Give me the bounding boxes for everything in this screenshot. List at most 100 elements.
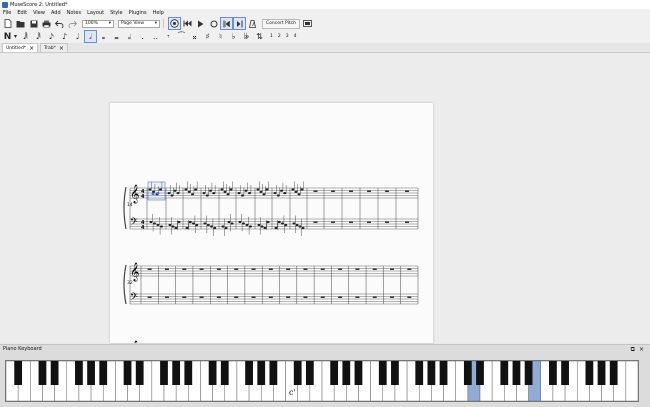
voice-1-button[interactable]: 1	[270, 34, 273, 39]
black-key[interactable]	[476, 361, 484, 385]
flip-direction-icon[interactable]: ⇅	[254, 31, 265, 42]
measure-number-14: 14	[127, 203, 133, 208]
black-key[interactable]	[220, 361, 229, 385]
black-key[interactable]	[500, 361, 509, 385]
quarter-note-icon[interactable]: ♩	[72, 31, 83, 42]
black-key[interactable]	[342, 361, 351, 385]
augmentation-dot-icon[interactable]: .	[137, 31, 148, 42]
black-key[interactable]	[160, 361, 168, 385]
chevron-down-icon[interactable]: ▾	[13, 31, 18, 42]
black-key[interactable]	[269, 361, 278, 385]
open-file-icon[interactable]	[15, 18, 26, 29]
close-icon[interactable]: ×	[639, 346, 644, 354]
black-key[interactable]	[597, 361, 606, 385]
score-canvas[interactable]: 𝄞𝄢4444𝄞𝄢𝄞𝄢 14 32	[0, 53, 650, 382]
view-mode-select[interactable]: Page View ▾	[118, 19, 160, 28]
double-sharp-icon[interactable]: 𝄪	[189, 31, 200, 42]
play-icon[interactable]	[195, 18, 206, 29]
redo-icon[interactable]	[67, 18, 78, 29]
menu-plugins[interactable]: Plugins	[126, 10, 150, 16]
black-key[interactable]	[549, 361, 557, 385]
black-key[interactable]	[561, 361, 569, 385]
half-note-icon[interactable]: 𝅗𝅥	[84, 30, 97, 43]
note-input-mode-icon[interactable]: N	[2, 31, 13, 42]
score-page[interactable]: 𝄞𝄢4444𝄞𝄢𝄞𝄢 14 32	[110, 103, 433, 382]
concert-pitch-button[interactable]: Concert Pitch	[262, 18, 300, 29]
metronome-icon[interactable]	[247, 18, 258, 29]
save-icon[interactable]	[28, 18, 39, 29]
double-flat-icon[interactable]: 𝄫	[241, 31, 252, 42]
zoom-select[interactable]: 100% ▾	[82, 19, 114, 28]
black-key[interactable]	[378, 361, 387, 385]
menu-view[interactable]: View	[30, 10, 48, 16]
16th-note-icon[interactable]: 𝅘𝅥𝅯	[46, 31, 57, 42]
loop-out-icon[interactable]	[233, 17, 246, 30]
loop-in-icon[interactable]	[220, 17, 233, 30]
black-key[interactable]	[257, 361, 266, 385]
natural-icon[interactable]: ♮	[215, 31, 226, 42]
menu-notes[interactable]: Notes	[64, 10, 84, 16]
menu-help[interactable]: Help	[150, 10, 167, 16]
black-key[interactable]	[512, 361, 521, 385]
whole-note-icon[interactable]: 𝅝	[98, 31, 109, 42]
black-key[interactable]	[354, 361, 363, 385]
white-key[interactable]	[625, 360, 639, 402]
eighth-note-icon[interactable]: ♪	[59, 31, 70, 42]
loop-icon[interactable]	[208, 18, 219, 29]
black-key[interactable]	[50, 361, 59, 385]
black-key[interactable]	[87, 361, 95, 385]
breve-icon[interactable]: 𝅜	[111, 31, 122, 42]
black-key[interactable]	[208, 361, 217, 385]
black-key[interactable]	[439, 361, 448, 385]
voice-3-button[interactable]: 3	[286, 34, 289, 39]
piano-keyboard[interactable]: c'	[5, 360, 639, 402]
sharp-icon[interactable]: ♯	[202, 31, 213, 42]
image-capture-icon[interactable]	[302, 18, 313, 29]
black-key[interactable]	[415, 361, 424, 385]
print-icon[interactable]	[41, 18, 52, 29]
black-key[interactable]	[330, 361, 339, 385]
menu-style[interactable]: Style	[107, 10, 126, 16]
black-key[interactable]	[75, 361, 83, 385]
rest-icon[interactable]: 𝄾	[163, 31, 174, 42]
close-icon[interactable]: ×	[29, 45, 34, 52]
black-key[interactable]	[585, 361, 594, 385]
score-notation[interactable]: 𝄞𝄢4444𝄞𝄢𝄞𝄢	[110, 103, 433, 382]
black-key[interactable]	[14, 361, 23, 385]
flat-icon[interactable]: ♭	[228, 31, 239, 42]
black-key[interactable]	[305, 361, 314, 385]
black-key[interactable]	[427, 361, 436, 385]
black-key[interactable]	[293, 361, 302, 385]
32nd-note-icon[interactable]: 𝅘𝅥𝅱	[33, 31, 44, 42]
black-key[interactable]	[245, 361, 253, 385]
black-key[interactable]	[172, 361, 181, 385]
black-key[interactable]	[463, 361, 472, 385]
longa-icon[interactable]: 𝆷	[124, 31, 135, 42]
new-file-icon[interactable]	[2, 18, 13, 29]
menu-layout[interactable]: Layout	[84, 10, 107, 16]
voice-4-button[interactable]: 4	[294, 34, 297, 39]
voice-2-button[interactable]: 2	[278, 34, 281, 39]
rewind-icon[interactable]	[182, 18, 193, 29]
64th-note-icon[interactable]: 𝅘𝅥𝅲	[20, 31, 31, 42]
float-panel-icon[interactable]: ⧉	[631, 346, 635, 354]
tie-icon[interactable]: ⁀	[176, 31, 187, 42]
black-key[interactable]	[609, 361, 618, 385]
close-icon[interactable]: ×	[59, 45, 64, 52]
black-key[interactable]	[391, 361, 399, 385]
piano-keys[interactable]	[5, 360, 639, 402]
tab-untitled[interactable]: Untitled* ×	[2, 43, 39, 52]
menu-file[interactable]: File	[0, 10, 14, 16]
black-key[interactable]	[524, 361, 533, 385]
playback-panel-icon[interactable]	[168, 17, 181, 30]
black-key[interactable]	[99, 361, 108, 385]
black-key[interactable]	[184, 361, 193, 385]
menu-add[interactable]: Add	[48, 10, 64, 16]
menu-edit[interactable]: Edit	[14, 10, 30, 16]
undo-icon[interactable]	[54, 18, 65, 29]
black-key[interactable]	[135, 361, 144, 385]
black-key[interactable]	[38, 361, 47, 385]
double-dot-icon[interactable]: ..	[150, 31, 161, 42]
black-key[interactable]	[123, 361, 132, 385]
tab-trab[interactable]: Trab* ×	[40, 43, 68, 52]
